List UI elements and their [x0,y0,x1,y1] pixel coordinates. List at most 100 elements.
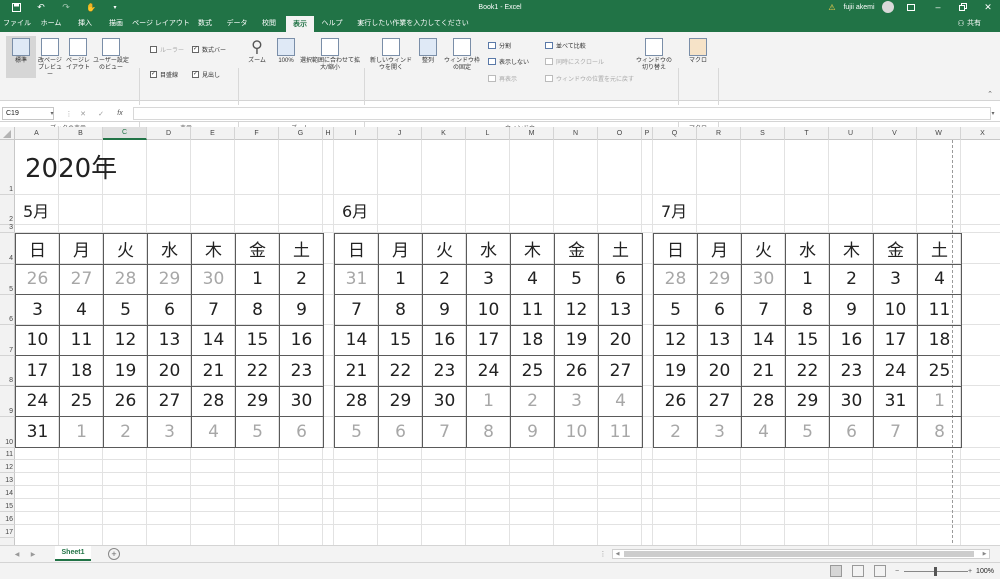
date-cell[interactable]: 7 [422,416,467,448]
date-cell[interactable]: 2 [279,263,324,295]
column-header-v[interactable]: V [873,127,917,140]
date-cell[interactable]: 9 [422,294,467,326]
row-header-7[interactable]: 7 [0,325,15,356]
date-cell[interactable]: 9 [279,294,324,326]
weekday-cell[interactable]: 日 [334,233,379,265]
date-cell[interactable]: 28 [653,263,698,295]
date-cell[interactable]: 1 [466,385,511,417]
weekday-cell[interactable]: 金 [554,233,599,265]
date-cell[interactable]: 20 [697,355,742,387]
column-header-m[interactable]: M [510,127,554,140]
weekday-cell[interactable]: 火 [103,233,148,265]
column-header-b[interactable]: B [59,127,103,140]
date-cell[interactable]: 6 [598,263,643,295]
row-header-5[interactable]: 5 [0,264,15,295]
tab-help[interactable]: ヘルプ [318,17,346,29]
scroll-left-icon[interactable]: ◀ [613,550,622,558]
column-header-j[interactable]: J [378,127,422,140]
weekday-cell[interactable]: 日 [15,233,60,265]
date-cell[interactable]: 10 [15,324,60,356]
column-header-o[interactable]: O [598,127,642,140]
date-cell[interactable]: 5 [103,294,148,326]
ribbon-display-options-icon[interactable] [905,2,917,12]
date-cell[interactable]: 26 [103,385,148,417]
row-header-9[interactable]: 9 [0,386,15,417]
date-cell[interactable]: 28 [191,385,236,417]
row-header-15[interactable]: 15 [0,499,15,512]
weekday-cell[interactable]: 水 [147,233,192,265]
weekday-cell[interactable]: 火 [741,233,786,265]
touch-mode-icon[interactable]: ✋ [85,2,97,12]
expand-formula-bar-icon[interactable]: ▾ [988,107,998,120]
row-header-6[interactable]: 6 [0,295,15,325]
row-header-13[interactable]: 13 [0,473,15,486]
row-header-16[interactable]: 16 [0,512,15,525]
date-cell[interactable]: 7 [741,294,786,326]
tab-file[interactable]: ファイル [3,17,31,29]
column-header-q[interactable]: Q [653,127,697,140]
row-header-3[interactable]: 3 [0,224,15,233]
row-header-2[interactable]: 2 [0,195,15,225]
split-button[interactable]: 分割 [488,41,511,50]
date-cell[interactable]: 25 [510,355,555,387]
zoom-out-icon[interactable]: − [892,565,902,577]
date-cell[interactable]: 13 [598,294,643,326]
date-cell[interactable]: 29 [378,385,423,417]
date-cell[interactable]: 13 [147,324,192,356]
date-cell[interactable]: 8 [466,416,511,448]
freeze-panes-button[interactable]: ウィンドウ枠の固定 [442,38,482,72]
date-cell[interactable]: 2 [422,263,467,295]
save-icon[interactable] [10,2,22,12]
weekday-cell[interactable]: 木 [829,233,874,265]
date-cell[interactable]: 24 [873,355,918,387]
column-header-s[interactable]: S [741,127,785,140]
weekday-cell[interactable]: 金 [873,233,918,265]
date-cell[interactable]: 30 [741,263,786,295]
date-cell[interactable]: 30 [279,385,324,417]
tab-home[interactable]: ホーム [38,17,64,29]
ruler-checkbox[interactable]: ルーラー [150,45,184,54]
date-cell[interactable]: 19 [653,355,698,387]
tab-data[interactable]: データ [224,17,250,29]
date-cell[interactable]: 5 [554,263,599,295]
zoom-slider-thumb[interactable] [934,567,937,576]
date-cell[interactable]: 5 [785,416,830,448]
new-window-button[interactable]: 新しいウィンドウを開く [368,38,414,72]
date-cell[interactable]: 7 [873,416,918,448]
date-cell[interactable]: 20 [598,324,643,356]
date-cell[interactable]: 16 [422,324,467,356]
weekday-cell[interactable]: 木 [191,233,236,265]
date-cell[interactable]: 20 [147,355,192,387]
tab-formulas[interactable]: 数式 [192,17,218,29]
restore-icon[interactable] [957,2,969,12]
weekday-cell[interactable]: 日 [653,233,698,265]
date-cell[interactable]: 21 [741,355,786,387]
tab-page-layout[interactable]: ページ レイアウト [132,17,190,29]
date-cell[interactable]: 30 [422,385,467,417]
date-cell[interactable]: 10 [873,294,918,326]
date-cell[interactable]: 15 [235,324,280,356]
date-cell[interactable]: 4 [510,263,555,295]
date-cell[interactable]: 4 [59,294,104,326]
avatar[interactable] [882,1,894,13]
date-cell[interactable]: 17 [466,324,511,356]
date-cell[interactable]: 4 [917,263,962,295]
switch-windows-button[interactable]: ウィンドウの切り替え [636,38,672,72]
column-header-e[interactable]: E [191,127,235,140]
date-cell[interactable]: 22 [235,355,280,387]
tab-view[interactable]: 表示 [286,16,314,32]
date-cell[interactable]: 6 [378,416,423,448]
weekday-cell[interactable]: 水 [785,233,830,265]
date-cell[interactable]: 11 [510,294,555,326]
weekday-cell[interactable]: 土 [917,233,962,265]
formula-bar-checkbox[interactable]: ✓ 数式バー [192,45,226,54]
date-cell[interactable]: 3 [873,263,918,295]
date-cell[interactable]: 29 [697,263,742,295]
new-sheet-button[interactable]: + [108,548,120,560]
date-cell[interactable]: 11 [598,416,643,448]
date-cell[interactable]: 6 [279,416,324,448]
hide-window-button[interactable]: 表示しない [488,57,529,66]
date-cell[interactable]: 6 [829,416,874,448]
date-cell[interactable]: 7 [334,294,379,326]
date-cell[interactable]: 3 [466,263,511,295]
